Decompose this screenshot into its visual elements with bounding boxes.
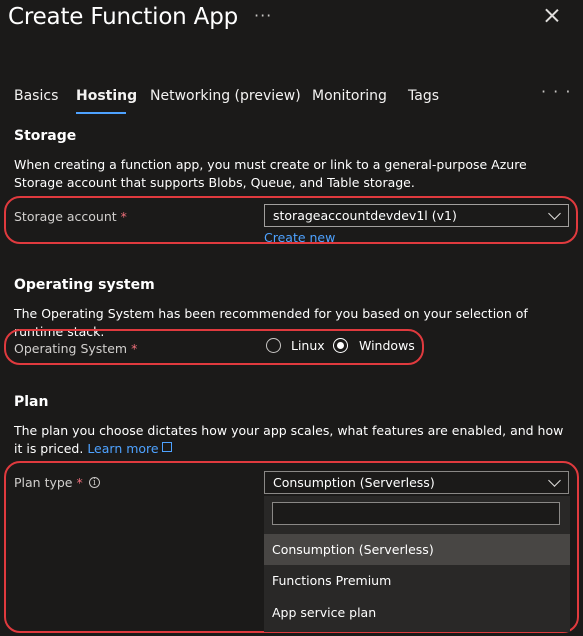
plan-type-label: Plan type * [14,475,83,490]
os-label-text: Operating System [14,341,128,356]
page-title: Create Function App [8,4,239,30]
tabs-overflow-icon[interactable]: · · · [541,82,571,101]
create-new-link[interactable]: Create new [264,230,335,245]
option-functions-premium[interactable]: Functions Premium [264,565,570,596]
external-link-icon [161,441,172,452]
plan-description: The plan you choose dictates how your ap… [14,422,574,457]
tab-networking[interactable]: Networking (preview) [150,88,301,104]
storage-account-label-text: Storage account [14,209,117,224]
required-marker: * [131,341,138,356]
radio-linux-label[interactable]: Linux [291,338,325,353]
required-marker: * [120,209,127,224]
more-options-icon[interactable]: ··· [254,6,272,25]
active-tab-indicator [76,112,126,114]
tab-hosting[interactable]: Hosting [76,88,137,104]
radio-windows-label[interactable]: Windows [359,338,415,353]
tab-tags[interactable]: Tags [408,88,439,104]
plan-search-input[interactable] [272,502,560,525]
option-consumption[interactable]: Consumption (Serverless) [264,534,570,565]
storage-account-value: storageaccountdevdev1l (v1) [273,208,457,223]
tab-basics[interactable]: Basics [14,88,58,104]
storage-account-label: Storage account * [14,209,127,224]
plan-type-label-text: Plan type [14,475,73,490]
tab-bar: Basics Hosting Networking (preview) Moni… [0,82,583,118]
chevron-down-icon [548,474,561,487]
plan-heading: Plan [14,394,49,410]
os-label: Operating System * [14,341,137,356]
os-heading: Operating system [14,277,155,293]
plan-type-dropdown: Consumption (Serverless) Functions Premi… [264,496,570,632]
radio-linux[interactable] [266,338,281,353]
tab-monitoring[interactable]: Monitoring [312,88,387,104]
radio-windows[interactable] [333,338,348,353]
storage-heading: Storage [14,128,77,144]
required-marker: * [76,475,83,490]
storage-account-select[interactable]: storageaccountdevdev1l (v1) [264,204,569,227]
close-icon[interactable] [541,6,563,28]
plan-type-select[interactable]: Consumption (Serverless) [264,471,569,494]
learn-more-text: Learn more [87,440,159,456]
storage-description: When creating a function app, you must c… [14,157,527,190]
plan-type-value: Consumption (Serverless) [273,475,435,490]
chevron-down-icon [548,207,561,220]
option-app-service-plan[interactable]: App service plan [264,597,570,628]
info-icon[interactable]: i [89,477,100,488]
learn-more-link[interactable]: Learn more [87,440,172,456]
